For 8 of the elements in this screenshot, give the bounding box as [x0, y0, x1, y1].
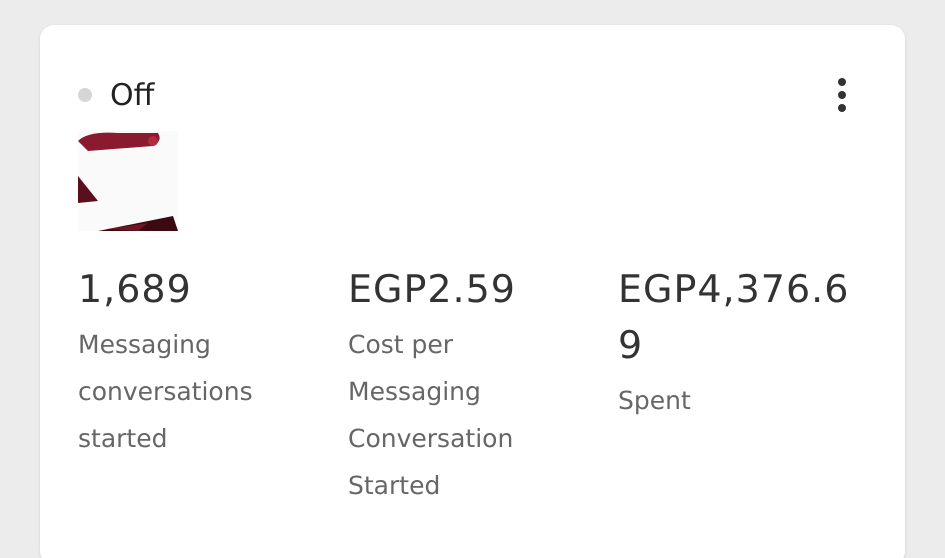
metric-label: Cost per Messaging Conversation Started: [348, 329, 514, 502]
metric-value: 1,689: [78, 266, 193, 313]
metric-value: EGP4,376.69: [618, 266, 850, 369]
metric-label: Messaging conversations started: [78, 329, 254, 455]
metric-value: EGP2.59: [348, 266, 517, 313]
metric-label: Spent: [618, 385, 692, 417]
more-options-icon[interactable]: [837, 77, 847, 113]
status-label: Off: [110, 78, 154, 112]
